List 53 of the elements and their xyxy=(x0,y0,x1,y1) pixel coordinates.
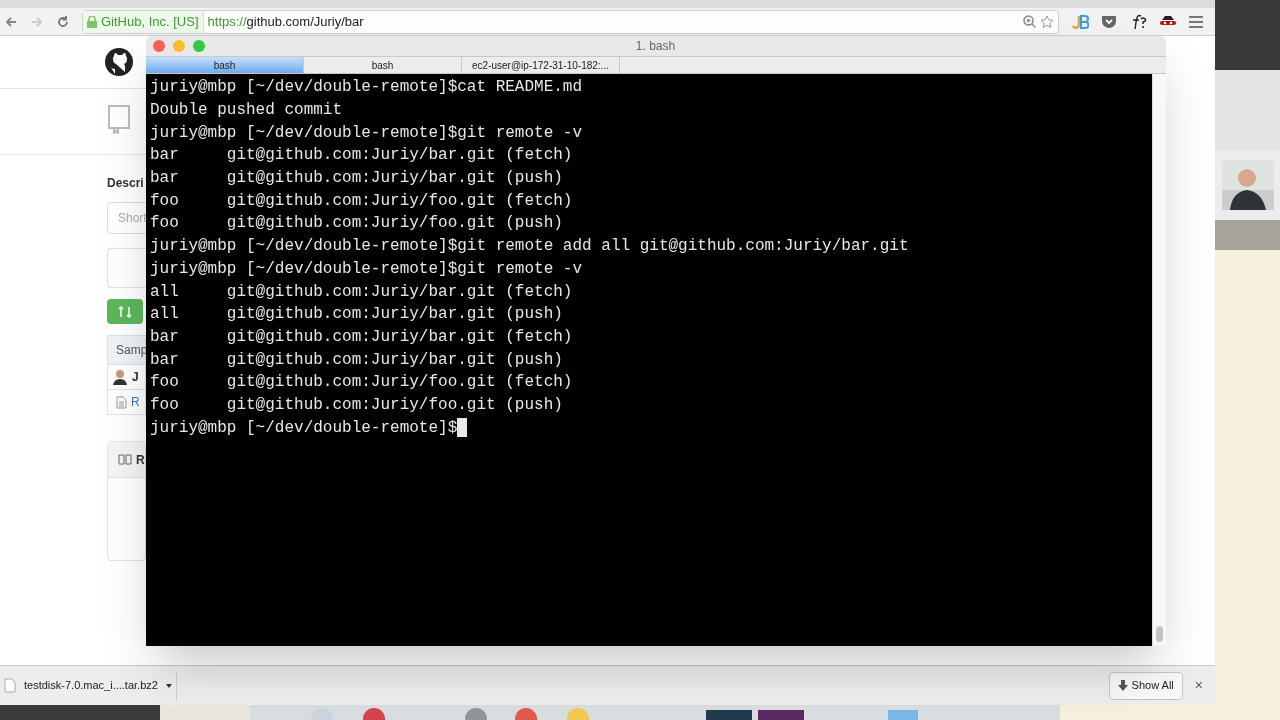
compare-button[interactable] xyxy=(107,299,143,324)
back-icon[interactable] xyxy=(4,14,18,29)
terminal-line: foo git@github.com:Juriy/foo.git (fetch) xyxy=(150,372,573,394)
description-label: Descri xyxy=(107,175,145,192)
terminal-line: juriy@mbp [~/dev/double-remote]$ xyxy=(150,417,458,439)
file-icon xyxy=(116,395,127,409)
window-title: 1. bash xyxy=(634,38,677,55)
star-icon[interactable] xyxy=(1040,14,1054,29)
author-name: J xyxy=(132,369,139,386)
extension-icon[interactable] xyxy=(1071,13,1089,30)
lock-icon xyxy=(87,15,97,28)
download-filename: testdisk-7.0.mac_i....tar.bz2 xyxy=(24,678,158,694)
terminal-line: foo git@github.com:Juriy/foo.git (fetch) xyxy=(150,190,573,212)
close-window-button[interactable] xyxy=(153,40,165,52)
commit-header: Samp xyxy=(107,335,146,365)
reload-icon[interactable] xyxy=(56,14,70,29)
menu-icon[interactable] xyxy=(1189,15,1203,28)
terminal-line: juriy@mbp [~/dev/double-remote]$git remote add all git@github.com:Juriy/bar.git xyxy=(150,236,909,258)
book-icon xyxy=(118,454,132,465)
readme-title: R xyxy=(136,451,145,469)
identity-text: GitHub, Inc. [US] xyxy=(101,12,199,31)
compare-icon xyxy=(118,304,132,319)
avatar-icon xyxy=(112,369,128,385)
terminal-line: juriy@mbp [~/dev/double-remote]$git remote -v xyxy=(150,122,583,144)
download-item[interactable]: testdisk-7.0.mac_i....tar.bz2 xyxy=(4,670,177,701)
terminal-line: bar git@github.com:Juriy/bar.git (push) xyxy=(150,349,563,371)
address-bar[interactable]: GitHub, Inc. [US] https://github.com/Juriy/bar xyxy=(82,9,1059,34)
terminal-line: bar git@github.com:Juriy/bar.git (fetch) xyxy=(150,145,573,167)
toolbar-strip xyxy=(1215,220,1280,250)
show-all-button[interactable]: Show All xyxy=(1108,671,1183,700)
scrollbar-thumb[interactable] xyxy=(1156,626,1163,642)
terminal-line: juriy@mbp [~/dev/double-remote]$git remote -v xyxy=(150,258,583,280)
terminal-line: bar git@github.com:Juriy/bar.git (fetch) xyxy=(150,326,573,348)
terminal-line: foo git@github.com:Juriy/foo.git (push) xyxy=(150,213,563,235)
caret-icon[interactable] xyxy=(165,683,172,688)
terminal-tab[interactable]: bash xyxy=(146,57,304,73)
terminal-line: foo git@github.com:Juriy/foo.git (push) xyxy=(150,394,563,416)
download-icon xyxy=(1117,680,1128,691)
file-link[interactable]: R xyxy=(131,393,140,411)
repo-icon xyxy=(107,104,131,134)
file-icon xyxy=(4,678,16,693)
terminal-line: all git@github.com:Juriy/bar.git (push) xyxy=(150,304,563,326)
terminal-line: Double pushed commit xyxy=(150,100,343,122)
desktop-window-edge xyxy=(1215,0,1280,70)
terminal-line: bar git@github.com:Juriy/bar.git (push) xyxy=(150,168,563,190)
pocket-icon[interactable] xyxy=(1101,14,1117,29)
terminal-line: juriy@mbp [~/dev/double-remote]$cat README.md xyxy=(150,77,583,99)
zoom-icon[interactable] xyxy=(1023,15,1036,28)
zoom-window-button[interactable] xyxy=(193,40,205,52)
terminal-line: all git@github.com:Juriy/bar.git (fetch) xyxy=(150,281,573,303)
url-text: https://github.com/Juriy/bar xyxy=(206,12,364,31)
github-logo-icon[interactable] xyxy=(105,48,133,76)
close-button[interactable]: × xyxy=(1194,675,1203,696)
